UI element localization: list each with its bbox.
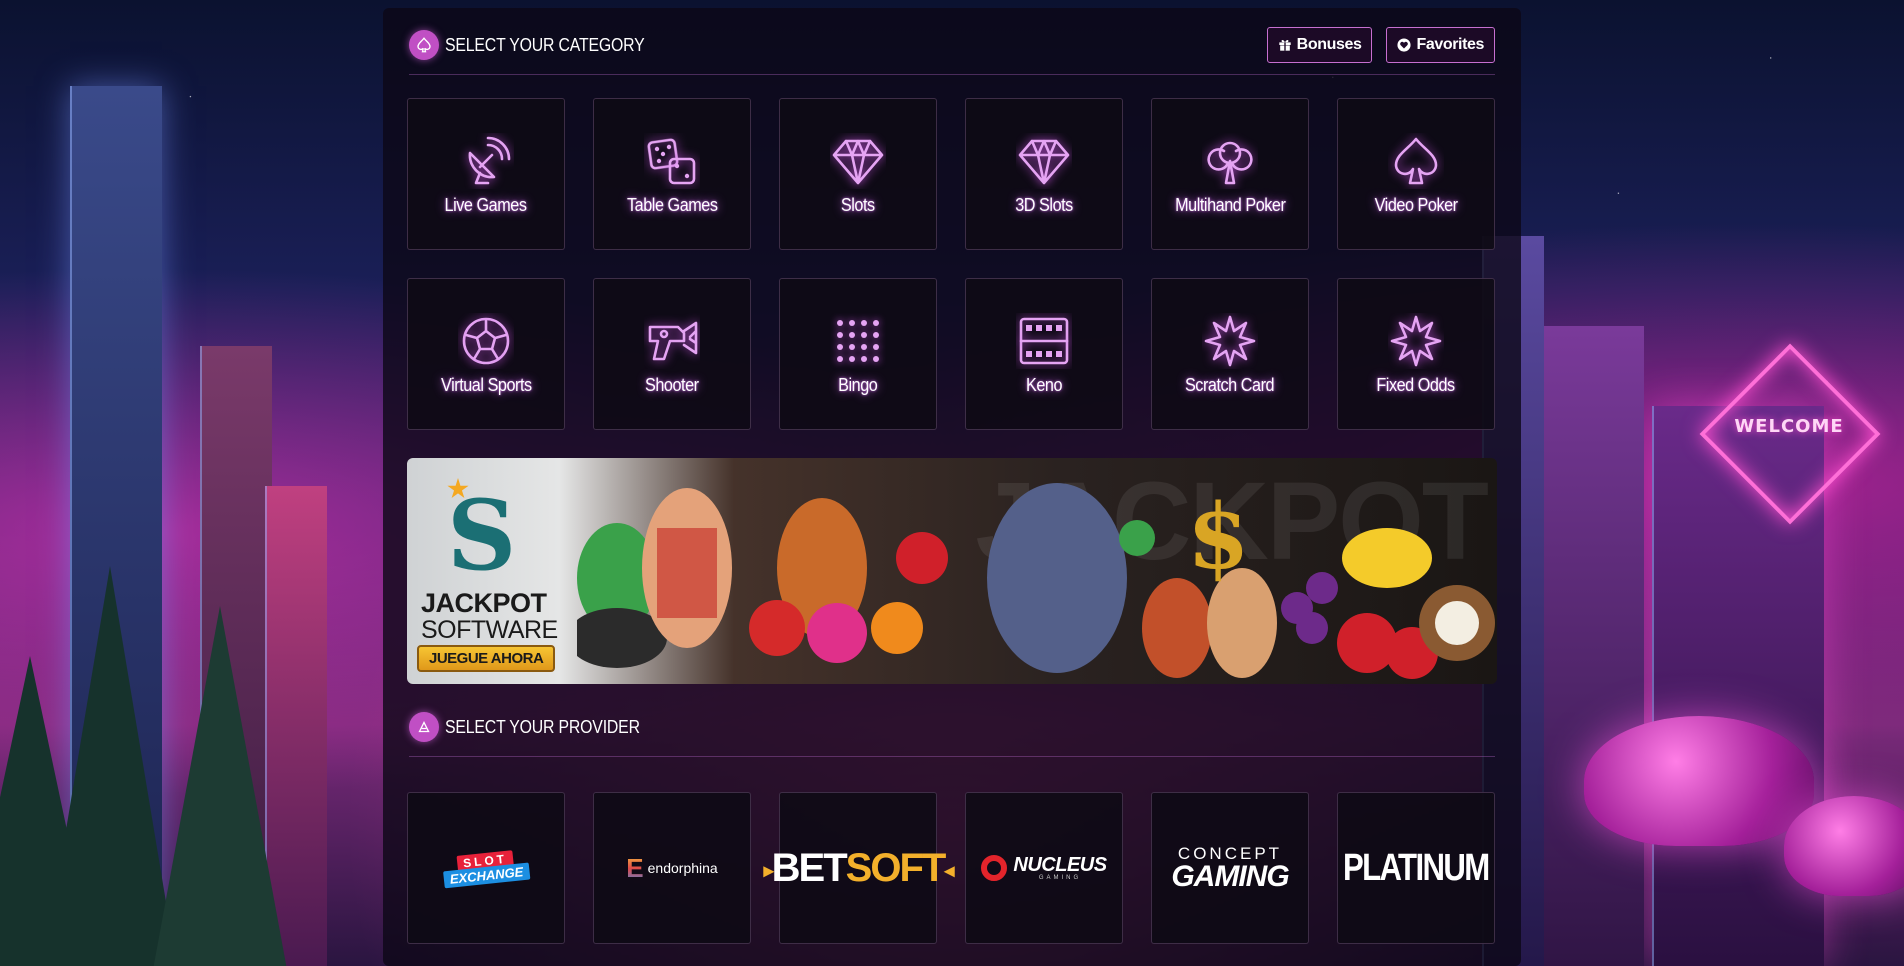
slot-exchange-logo: SLOT EXCHANGE (442, 848, 531, 888)
category-bingo[interactable]: Bingo (779, 278, 937, 430)
category-multihand-poker[interactable]: Multihand Poker (1151, 98, 1309, 250)
keno-grid-icon (1019, 317, 1069, 364)
satellite-dish-icon (468, 136, 511, 184)
provider-nucleus[interactable]: NUCLEUS GAMING (965, 792, 1123, 944)
jackpot-software-banner[interactable]: JACKPOT S JACKPOT SOFTWARE JUEGUE AHORA … (407, 458, 1497, 684)
category-virtual-sports[interactable]: Virtual Sports (407, 278, 565, 430)
raspberry-figure (807, 603, 867, 663)
strawberry-figure (749, 600, 805, 656)
category-label: Table Games (626, 194, 718, 215)
sultan-figure (1142, 578, 1212, 678)
jackpot-software-logo: S (447, 479, 517, 592)
category-fixed-odds[interactable]: Fixed Odds (1337, 278, 1495, 430)
orange-figure (871, 602, 923, 654)
club-icon (1207, 141, 1253, 184)
glowing-mushroom (1784, 796, 1904, 896)
play-now-button[interactable]: JUEGUE AHORA (417, 645, 556, 672)
category-label: Video Poker (1374, 194, 1458, 215)
category-label: Bingo (838, 374, 878, 395)
provider-section-header: SELECT YOUR PROVIDER (409, 698, 1495, 757)
pirate-captain-figure (987, 483, 1127, 673)
starburst-icon (1390, 315, 1442, 366)
concept-line1: CONCEPT (1177, 843, 1283, 863)
nucleus-logo: NUCLEUS GAMING (981, 854, 1107, 881)
cherry-figure (896, 532, 948, 584)
category-label: 3D Slots (1015, 194, 1073, 215)
parrot-figure (1119, 520, 1155, 556)
category-label: Virtual Sports (440, 374, 532, 395)
category-label: Scratch Card (1185, 374, 1275, 395)
nucleus-name: NUCLEUS (1013, 854, 1107, 876)
provider-betsoft[interactable]: ▸BETSOFT◂ (764, 792, 954, 944)
favorites-button[interactable]: Favorites (1386, 27, 1495, 63)
bonuses-button[interactable]: Bonuses (1266, 27, 1373, 63)
heart-icon (1397, 38, 1412, 52)
pine-tree (150, 606, 290, 966)
category-grid-row-2: Virtual Sports Shooter Bingo Keno Scratc… (407, 278, 1495, 430)
category-table-games[interactable]: Table Games (593, 98, 751, 250)
category-live-games[interactable]: Live Games (407, 98, 565, 250)
provider-endorphina[interactable]: E endorphina (593, 792, 751, 944)
starburst-icon (1204, 315, 1256, 366)
main-panel: SELECT YOUR CATEGORY Bonuses Favorites L… (383, 8, 1521, 966)
provider-slot-exchange[interactable]: SLOT EXCHANGE (407, 792, 565, 944)
banner-brand-subtitle: SOFTWARE (421, 616, 558, 644)
provider-badge-icon (409, 712, 439, 742)
betsoft-logo: ▸BETSOFT◂ (763, 845, 955, 890)
provider-concept-gaming[interactable]: CONCEPT GAMING (1151, 792, 1309, 944)
endorphina-name: endorphina (647, 860, 718, 876)
banner-characters-illustration: $ (577, 483, 1495, 679)
category-section-title: SELECT YOUR CATEGORY (445, 34, 645, 55)
glowing-mushroom (1584, 716, 1814, 846)
betsoft-soft: SOFT (845, 845, 947, 890)
welcome-sign-text: WELCOME (1734, 416, 1844, 437)
bonuses-label: Bonuses (1296, 36, 1362, 53)
category-shooter[interactable]: Shooter (593, 278, 751, 430)
svg-text:$: $ (1187, 484, 1250, 590)
provider-grid: SLOT EXCHANGE E endorphina ▸BETSOFT◂ NUC… (407, 792, 1495, 944)
endorphina-logo: E endorphina (626, 853, 717, 884)
slot-exchange-line2: EXCHANGE (443, 862, 531, 888)
category-label: Live Games (445, 194, 527, 215)
category-slots[interactable]: Slots (779, 98, 937, 250)
dice-icon (647, 138, 696, 184)
dot-grid-icon (837, 319, 879, 362)
favorites-label: Favorites (1416, 36, 1484, 53)
category-scratch-card[interactable]: Scratch Card (1151, 278, 1309, 430)
category-grid-row-1: Live Games Table Games Slots 3D Slots Mu… (407, 98, 1495, 250)
category-video-poker[interactable]: Video Poker (1337, 98, 1495, 250)
spade-icon (1394, 137, 1438, 184)
platinum-logo: PLATINUM (1343, 846, 1490, 889)
banner-brand-title: JACKPOT (421, 588, 547, 618)
category-3d-slots[interactable]: 3D Slots (965, 98, 1123, 250)
category-section-header: SELECT YOUR CATEGORY Bonuses Favorites (409, 16, 1495, 75)
nucleus-ring-icon (981, 855, 1008, 881)
category-label: Keno (1025, 374, 1063, 395)
diamond-icon (1018, 139, 1070, 184)
concept-line2: GAMING (1171, 859, 1289, 893)
bananas-figure (1342, 528, 1432, 588)
provider-section-title: SELECT YOUR PROVIDER (445, 716, 640, 737)
gift-icon (1278, 40, 1291, 51)
category-label: Shooter (645, 374, 699, 395)
diamond-icon (832, 139, 884, 184)
provider-platinum[interactable]: PLATINUM (1337, 792, 1495, 944)
soccer-ball-icon (462, 317, 510, 364)
category-keno[interactable]: Keno (965, 278, 1123, 430)
category-label: Fixed Odds (1376, 374, 1456, 395)
category-label: Multihand Poker (1174, 194, 1286, 215)
blaster-icon (648, 321, 698, 360)
concept-gaming-logo: CONCEPT GAMING (1171, 843, 1289, 893)
spade-badge-icon (409, 30, 439, 60)
betsoft-bet: BET (771, 845, 848, 890)
category-label: Slots (841, 194, 875, 215)
endorphina-mark: E (626, 852, 644, 883)
